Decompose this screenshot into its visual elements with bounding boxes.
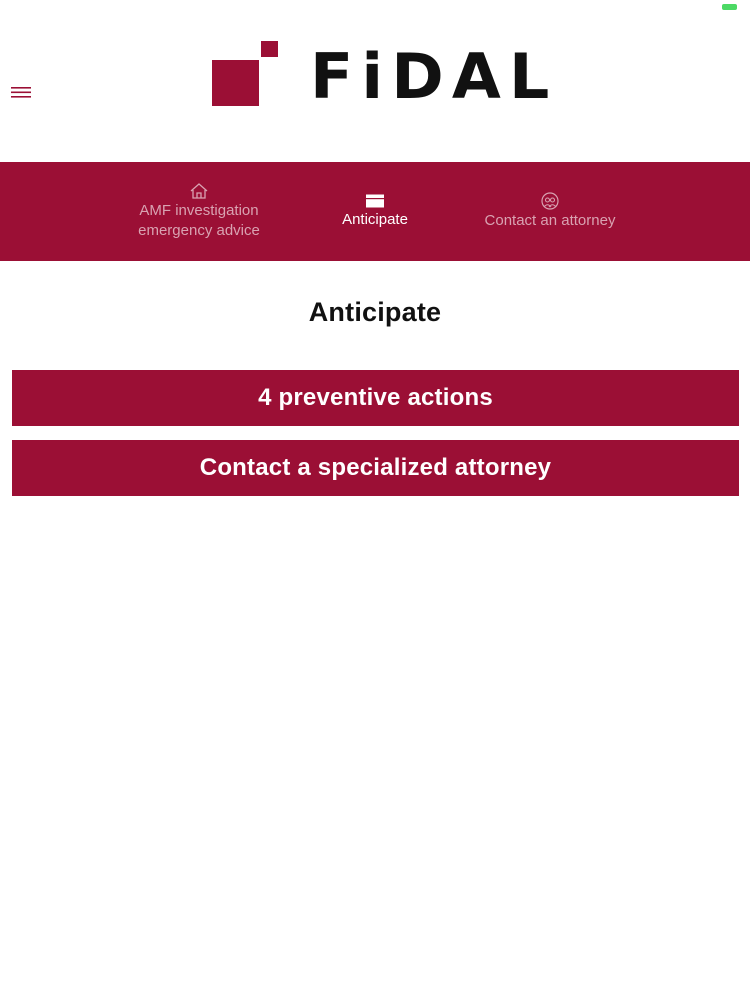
tab-anticipate-label: Anticipate: [342, 211, 408, 228]
contact-specialized-attorney-button[interactable]: Contact a specialized attorney: [12, 440, 739, 496]
people-icon: [541, 192, 559, 210]
tab-contact-label: Contact an attorney: [484, 212, 616, 229]
calendar-icon: [366, 194, 384, 208]
tab-anticipate[interactable]: Anticipate: [320, 162, 430, 261]
tab-bar: AMF investigation emergency advice Antic…: [0, 162, 750, 261]
house-icon: [190, 183, 208, 199]
tab-amf-investigation[interactable]: AMF investigation emergency advice: [118, 162, 280, 261]
logo-square-large: [212, 60, 259, 106]
menu-button[interactable]: [10, 84, 36, 106]
tab-contact-attorney[interactable]: Contact an attorney: [470, 162, 630, 261]
logo-wordmark: FiDAL: [310, 40, 558, 113]
fidal-logo: FiDAL: [212, 40, 557, 110]
hamburger-menu-icon: [11, 87, 31, 98]
app-header: FiDAL: [0, 0, 750, 162]
tab-amf-label: AMF investigation emergency advice: [138, 202, 260, 239]
preventive-actions-button[interactable]: 4 preventive actions: [12, 370, 739, 426]
page-title: Anticipate: [308, 297, 442, 327]
logo-square-small: [261, 41, 278, 57]
